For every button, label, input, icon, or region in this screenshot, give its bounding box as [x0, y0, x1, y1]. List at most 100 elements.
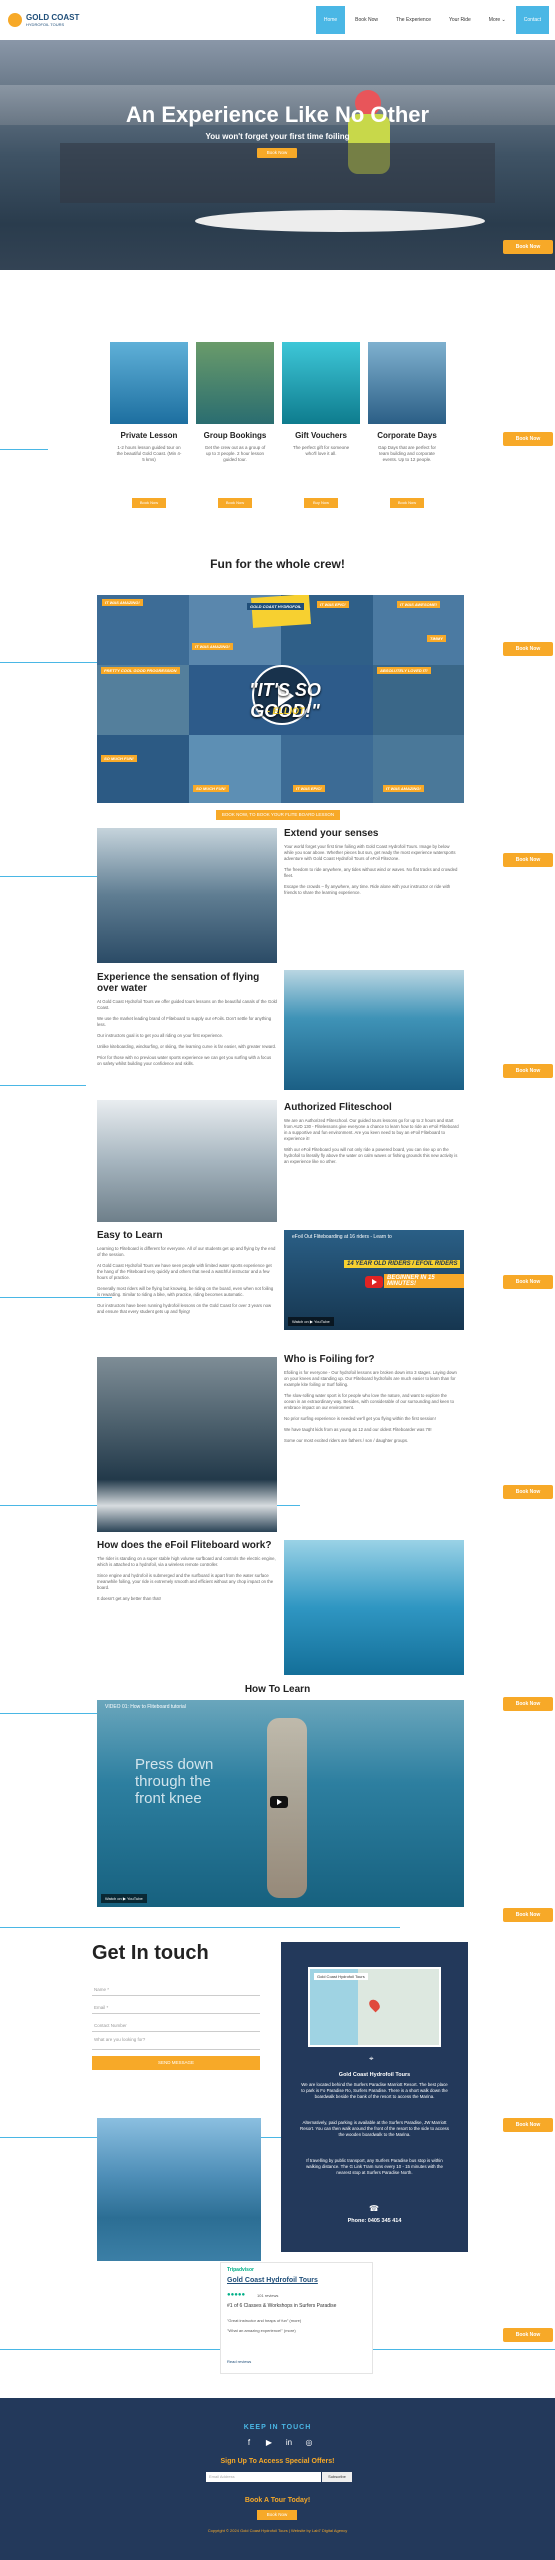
flying-p2: We use the market leading brand of Flite… [97, 1016, 272, 1027]
side-divider [0, 1085, 86, 1086]
easy-title: Easy to Learn [97, 1230, 163, 1241]
tripadvisor-logo: Tripadvisor [227, 2267, 254, 2273]
floating-book-button[interactable]: Book Now [503, 2118, 553, 2132]
message-field[interactable]: What are you looking for? [94, 2037, 145, 2042]
who-p5: Some our most excited riders are fathers… [284, 1438, 409, 1443]
authorized-p2: With our eFoil Fliteboard you will not o… [284, 1147, 458, 1164]
review-business-name[interactable]: Gold Coast Hydrofoil Tours [227, 2277, 318, 2284]
logo-name: GOLD COAST [26, 12, 80, 22]
how-p3: It doesn't get any better than that! [97, 1596, 161, 1601]
who-block: Who is Foiling for? Efoiling is for ever… [284, 1354, 459, 1444]
nav-contact[interactable]: Contact [515, 6, 549, 34]
service-book-button[interactable]: Book Now [132, 498, 166, 508]
info-p1: We are located behind the Surfers Paradi… [301, 2082, 448, 2099]
floating-book-button[interactable]: Book Now [503, 853, 553, 867]
easy-p1: Learning to Fliteboard is different for … [97, 1246, 276, 1257]
hero-subtitle: You won't forget your first time foiling [205, 132, 350, 141]
info-phone[interactable]: Phone: 0405 345 414 [281, 2218, 468, 2224]
map-label: Gold Coast Hydrofoil Tours [314, 1973, 368, 1980]
authorized-p1: We are an Authorized Fliteschool. Our gu… [284, 1118, 459, 1141]
review-count: 101 reviews [257, 2293, 279, 2298]
collage-quote-name: - ELLIOT [267, 706, 305, 716]
collage-tag: IT WAS EPIC! [293, 785, 325, 792]
field-underline [92, 2013, 260, 2014]
collage-photo [281, 735, 373, 803]
who-title: Who is Foiling for? [284, 1354, 375, 1365]
floating-book-button[interactable]: Book Now [503, 1908, 553, 1922]
footer-book-button[interactable]: Book Now [257, 2510, 297, 2520]
collage-tag: GOLD COAST HYDROFOIL [247, 603, 305, 610]
read-reviews-link[interactable]: Read reviews [227, 2359, 251, 2364]
who-p2: The slow-rolling water sport is for peop… [284, 1393, 454, 1410]
name-field[interactable]: Name * [94, 1987, 109, 1992]
floating-book-button[interactable]: Book Now [503, 432, 553, 446]
flying-title: Experience the sensation of flying over … [97, 972, 260, 994]
watch-on-youtube[interactable]: Watch on ▶ YouTube [288, 1317, 334, 1326]
video-how-to-learn[interactable]: VIDEO 01: How to Fliteboard tutorial Pre… [97, 1700, 464, 1907]
site-logo[interactable]: GOLD COAST HYDROFOIL TOURS [8, 13, 79, 27]
main-nav: Home Book Now The Experience Your Ride M… [315, 6, 549, 34]
nav-book-now[interactable]: Book Now [347, 6, 386, 34]
contact-title: Get In touch [92, 1942, 209, 1964]
collage-tag: IT WAS AMAZING! [192, 643, 233, 650]
collage-book-button[interactable]: BOOK NOW, TO BOOK YOUR FLITE BOARD LESSO… [216, 810, 340, 820]
who-photo [97, 1357, 277, 1532]
tripadvisor-widget[interactable]: Tripadvisor Gold Coast Hydrofoil Tours ●… [220, 2262, 373, 2374]
nav-your-ride[interactable]: Your Ride [441, 6, 479, 34]
service-book-button[interactable]: Book Now [390, 498, 424, 508]
collage-tag: IT WAS AMAZING! [383, 785, 424, 792]
authorized-block: Authorized Fliteschool We are an Authori… [284, 1102, 459, 1165]
video-efoil-riders[interactable]: eFoil Out Fliteboarding at 16 riders - L… [284, 1230, 464, 1330]
side-divider [0, 1713, 100, 1714]
nav-home[interactable]: Home [315, 6, 346, 34]
info-p3: If travelling by public transport, any S… [306, 2158, 443, 2175]
service-book-button[interactable]: Book Now [218, 498, 252, 508]
extend-block: Extend your senses Your world forget you… [284, 828, 459, 896]
service-image [282, 342, 360, 424]
service-title: Corporate Days [377, 431, 437, 440]
location-icon: ⌖ [369, 2054, 374, 2063]
watch-on-youtube[interactable]: Watch on ▶ YouTube [101, 1894, 147, 1903]
testimonial-collage[interactable]: IT WAS AMAZING! GOLD COAST HYDROFOIL IT … [97, 595, 464, 803]
video-banner-2: BEGINNER IN 15 MINUTES! [384, 1274, 464, 1288]
collage-tag: TIMMY [427, 635, 446, 642]
collage-photo [97, 665, 189, 735]
how-to-learn-heading: How To Learn [244, 1684, 311, 1695]
email-field[interactable]: Email * [94, 2005, 108, 2010]
fun-heading: Fun for the whole crew! [210, 557, 345, 571]
linkedin-icon[interactable]: in [284, 2438, 294, 2448]
floating-book-button[interactable]: Book Now [503, 1697, 553, 1711]
logo-sub: HYDROFOIL TOURS [26, 21, 65, 27]
youtube-icon[interactable]: ▶ [264, 2438, 274, 2448]
service-buy-button[interactable]: Buy Now [304, 498, 338, 508]
flying-block: Experience the sensation of flying over … [97, 972, 277, 1067]
hero-book-button[interactable]: Book Now [257, 148, 297, 158]
floating-book-button[interactable]: Book Now [503, 240, 553, 254]
field-underline [92, 2049, 260, 2050]
map-embed[interactable]: Gold Coast Hydrofoil Tours [308, 1967, 441, 2047]
floating-book-button[interactable]: Book Now [503, 1485, 553, 1499]
collage-tag: SO MUCH FUN! [101, 755, 137, 762]
subscribe-button[interactable]: Subscribe [322, 2472, 352, 2482]
nav-more[interactable]: More ⌄ [481, 6, 514, 34]
floating-book-button[interactable]: Book Now [503, 1275, 553, 1289]
easy-p3: Generally most riders will be flying but… [97, 1286, 274, 1297]
instagram-icon[interactable]: ◎ [304, 2438, 314, 2448]
collage-photo [189, 735, 281, 803]
send-message-button[interactable]: SEND MESSAGE [92, 2056, 260, 2070]
location-panel: Gold Coast Hydrofoil Tours ⌖ Gold Coast … [281, 1942, 468, 2252]
easy-p4: Our instructors have been running hydrof… [97, 1303, 272, 1314]
floating-book-button[interactable]: Book Now [503, 642, 553, 656]
youtube-play-icon[interactable] [365, 1276, 383, 1288]
review-snippet[interactable]: "What an amazing experience!" (more) [227, 2328, 367, 2333]
newsletter-email-input[interactable]: Email Address [206, 2472, 321, 2482]
floating-book-button[interactable]: Book Now [503, 2328, 553, 2342]
nav-the-experience[interactable]: The Experience [388, 6, 439, 34]
youtube-play-icon[interactable] [270, 1796, 288, 1808]
hero-board [195, 210, 485, 232]
phone-field[interactable]: Contact Number [94, 2023, 127, 2028]
facebook-icon[interactable]: f [244, 2438, 254, 2448]
service-title: Group Bookings [203, 431, 267, 440]
review-snippet[interactable]: "Great instructor and heaps of fun" (mor… [227, 2318, 367, 2323]
floating-book-button[interactable]: Book Now [503, 1064, 553, 1078]
